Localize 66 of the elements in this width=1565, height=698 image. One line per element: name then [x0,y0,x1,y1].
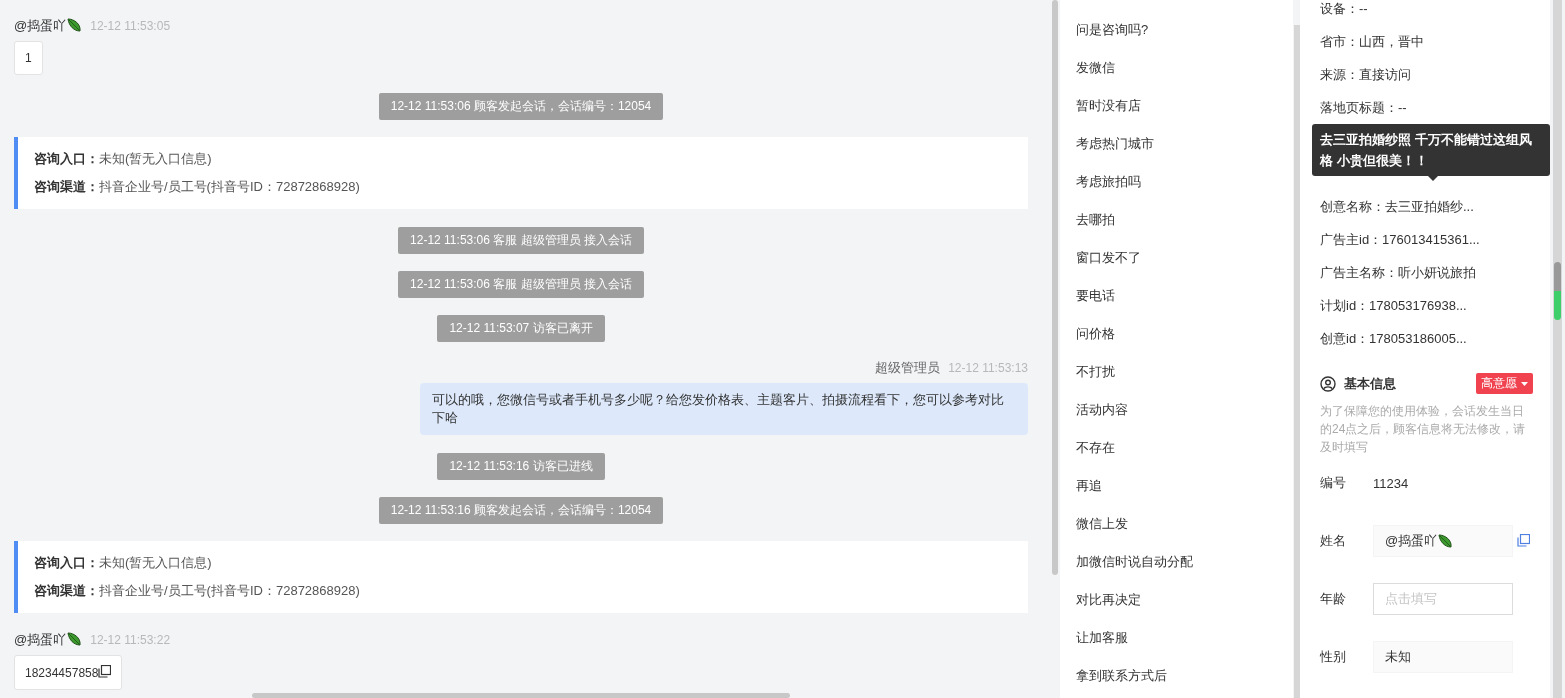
quick-reply-item[interactable]: 微信上发 [1060,505,1293,543]
quick-reply-item[interactable]: 去哪拍 [1060,201,1293,239]
message-bubble: 可以的哦，您微信号或者手机号多少呢？给您发价格表、主题客片、拍摄流程看下，您可以参考对比下哈 [420,383,1028,435]
leaf-icon [1437,533,1454,549]
quick-reply-item[interactable]: 问价格 [1060,315,1293,353]
section-title: 基本信息 [1344,374,1397,393]
input-field[interactable]: 未知 [1373,641,1513,673]
message-bubble: 18234457858 [14,655,123,690]
sender-name: @捣蛋吖 [14,17,83,35]
quick-reply-item[interactable]: 对比再决定 [1060,581,1293,619]
sender-name: 超级管理员 [875,359,941,377]
quick-reply-item[interactable]: 考虑热门城市 [1060,125,1293,163]
leaf-icon [66,17,83,33]
quick-reply-item[interactable]: 发微信 [1060,49,1293,87]
system-notice: 12-12 11:53:06 客服 超级管理员 接入会话 [398,271,644,298]
leaf-icon [66,631,83,647]
scrollbar[interactable] [252,693,790,698]
sender-name: @捣蛋吖 [14,631,83,649]
quick-reply-item[interactable]: 考虑旅拍吗 [1060,163,1293,201]
quick-reply-item[interactable]: 窗口发不了 [1060,239,1293,277]
source-line: 咨询渠道：抖音企业号/员工号(抖音号ID：72872868928) [34,178,361,196]
notice-text: 为了保障您的使用体验，会话发生当日的24点之后，顾客信息将无法修改，请及时填写 [1320,403,1527,456]
input-field[interactable]: @捣蛋吖 [1373,525,1513,557]
source-line: 咨询渠道：抖音企业号/员工号(抖音号ID：72872868928) [34,582,361,600]
source-line: 咨询入口：未知(暂无入口信息) [34,150,213,168]
caret-icon [1521,381,1528,386]
quick-reply-item[interactable]: 让加客服 [1060,619,1293,657]
info-row-text: 设备：-- [1320,0,1369,18]
message-time: 12-12 11:53:22 [90,633,171,647]
system-notice: 12-12 11:53:06 顾客发起会话，会话编号：12054 [378,93,664,120]
quick-reply-item[interactable]: 暂时没有店 [1060,87,1293,125]
info-row-text: 落地页标题：-- [1320,99,1408,117]
scrollbar-thumb[interactable] [1554,262,1561,320]
system-notice: 12-12 11:53:16 顾客发起会话，会话编号：12054 [378,497,664,524]
tooltip-arrow [1428,176,1438,181]
intent-dropdown[interactable]: 高意愿 [1476,373,1533,394]
info-row-text: 创意id：178053186005... [1320,330,1468,348]
message-time: 12-12 11:53:13 [948,361,1028,375]
info-row-text: 创意名称：去三亚拍婚纱... [1320,198,1475,216]
field-label: 姓名 [1320,532,1347,550]
field-label: 编号 [1320,474,1347,492]
quick-reply-item[interactable]: 活动内容 [1060,391,1293,429]
quick-reply-item[interactable]: 要电话 [1060,277,1293,315]
info-row-text: 广告主id：176013415361... [1320,231,1481,249]
message-bubble: 1 [14,41,43,75]
info-row-text: 计划id：178053176938... [1320,297,1468,315]
info-row-text: 省市：山西，晋中 [1320,33,1425,51]
info-row-text: 来源：直接访问 [1320,66,1412,84]
field-label: 性别 [1320,648,1347,666]
quick-reply-item[interactable]: 加微信时说自动分配 [1060,543,1293,581]
quick-reply-item[interactable]: 再追 [1060,467,1293,505]
source-line: 咨询入口：未知(暂无入口信息) [34,554,213,572]
user-circle-icon [1320,375,1336,392]
scrollbar[interactable] [1052,0,1058,575]
quick-reply-item[interactable]: 问是咨询吗? [1060,11,1293,49]
system-notice: 12-12 11:53:06 客服 超级管理员 接入会话 [398,227,644,254]
message-time: 12-12 11:53:05 [90,19,171,33]
system-notice: 12-12 11:53:16 访客已进线 [437,453,605,480]
copy-icon[interactable] [98,665,112,678]
field-value: 11234 [1373,475,1409,491]
system-notice: 12-12 11:53:07 访客已离开 [437,315,605,342]
quick-reply-item[interactable]: 不打扰 [1060,353,1293,391]
field-label: 年龄 [1320,590,1347,608]
quick-reply-item[interactable]: 不存在 [1060,429,1293,467]
quick-reply-item[interactable]: 拿到联系方式后 [1060,657,1293,695]
info-row-text: 广告主名称：听小妍说旅拍 [1320,264,1477,282]
